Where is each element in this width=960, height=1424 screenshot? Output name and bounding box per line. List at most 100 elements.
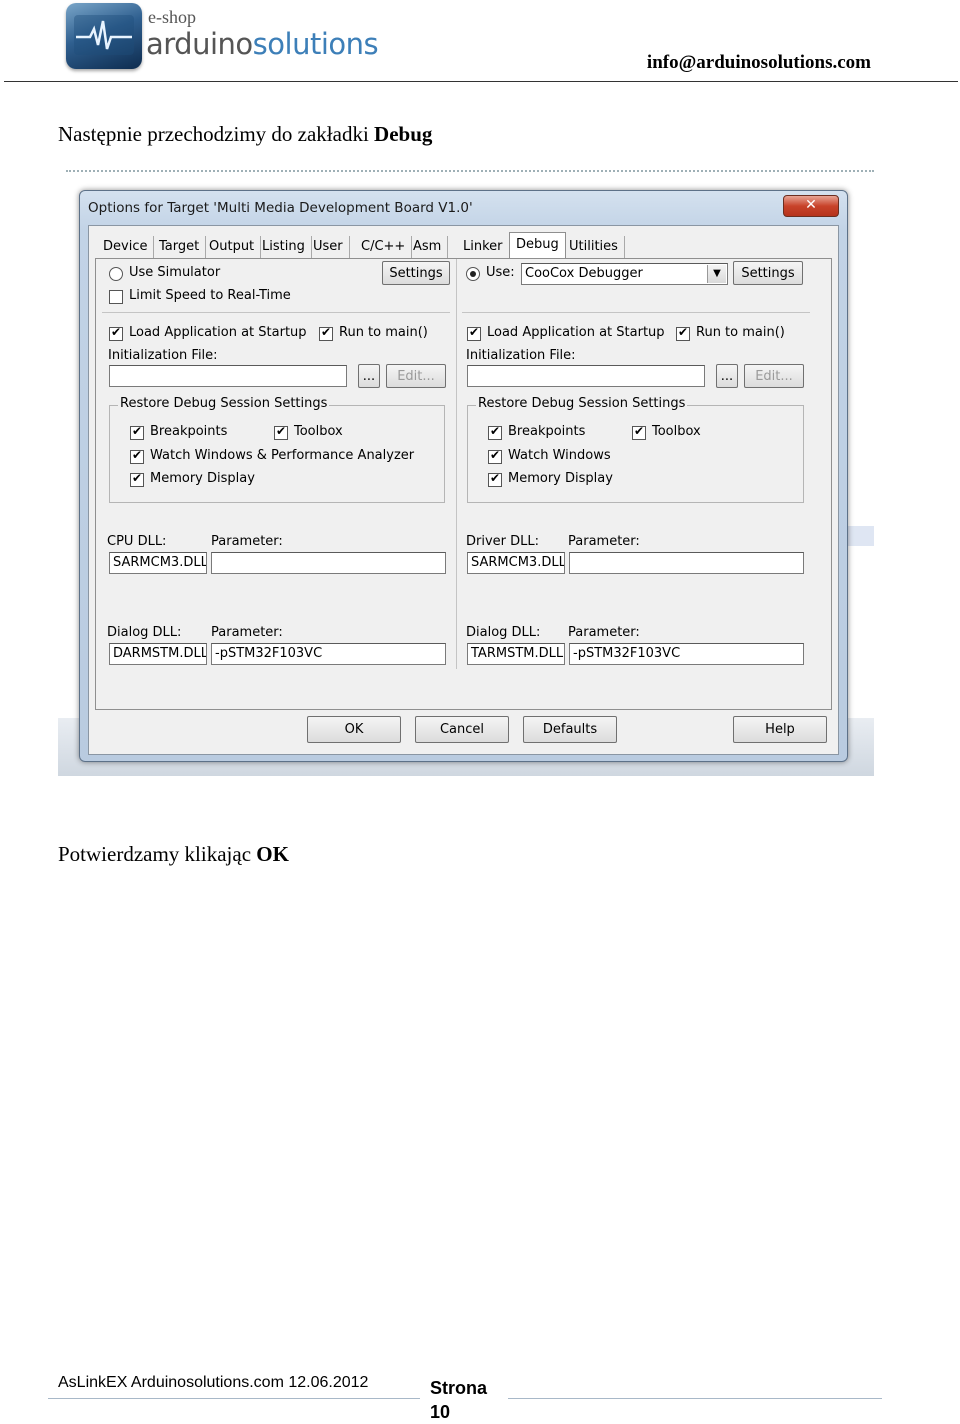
left-toolbox-checkbox[interactable]	[274, 424, 288, 440]
header-email: info@arduinosolutions.com	[646, 52, 871, 73]
cpu-dll-input[interactable]: SARMCM3.DLL	[109, 552, 207, 574]
right-memory-checkbox[interactable]	[488, 471, 502, 487]
right-toolbox-label: Toolbox	[652, 424, 701, 439]
right-watch-checkbox[interactable]	[488, 448, 502, 464]
background-dotted-line	[66, 170, 874, 178]
logo-name-part2: solutions	[252, 27, 379, 61]
ok-button[interactable]: OK	[307, 716, 401, 743]
tab-target[interactable]: Target	[153, 236, 207, 258]
limit-speed-checkbox[interactable]	[109, 290, 123, 304]
left-watch-checkbox[interactable]	[130, 448, 144, 464]
debugger-select[interactable]: CooCox Debugger ▼	[521, 263, 728, 285]
left-toolbox-label: Toolbox	[294, 424, 343, 439]
right-dialog-dll-input[interactable]: TARMSTM.DLL	[467, 643, 565, 665]
right-toolbox-checkbox[interactable]	[632, 424, 646, 440]
left-memory-checkbox[interactable]	[130, 471, 144, 487]
left-init-file-input[interactable]	[109, 365, 347, 387]
right-restore-group-title: Restore Debug Session Settings	[476, 396, 688, 411]
right-run-main-label: Run to main()	[696, 325, 785, 340]
left-load-app-checkbox[interactable]	[109, 325, 123, 341]
right-init-file-label: Initialization File:	[466, 348, 576, 363]
right-load-app-checkbox[interactable]	[467, 325, 481, 341]
tab-utilities[interactable]: Utilities	[563, 236, 625, 258]
logo-name: arduinosolutions	[146, 27, 379, 61]
paragraph1-text: Następnie przechodzimy do zakładki	[58, 122, 375, 146]
tab-debug[interactable]: Debug	[509, 232, 566, 259]
right-dialog-param-label: Parameter:	[568, 625, 640, 640]
paragraph2-text: Potwierdzamy klikając	[58, 842, 257, 866]
right-separator-top	[462, 312, 810, 313]
left-dialog-param-label: Parameter:	[211, 625, 283, 640]
left-dialog-dll-input[interactable]: DARMSTM.DLL	[109, 643, 207, 665]
left-load-app-label: Load Application at Startup	[129, 325, 307, 340]
cpu-dll-label: CPU DLL:	[107, 534, 167, 549]
debug-tab-panel: Use Simulator Limit Speed to Real-Time S…	[95, 258, 832, 710]
left-breakpoints-label: Breakpoints	[150, 424, 228, 439]
header-divider	[4, 81, 958, 82]
right-run-main-checkbox[interactable]	[676, 325, 690, 341]
heartbeat-monitor-icon	[66, 3, 142, 69]
right-watch-label: Watch Windows	[508, 448, 611, 463]
left-edit-button[interactable]: Edit...	[386, 364, 446, 388]
left-init-file-label: Initialization File:	[108, 348, 218, 363]
dialog-body: Device Target Output Listing User C/C++ …	[88, 225, 839, 755]
arduinosolutions-logo: e-shop arduinosolutions	[66, 3, 379, 71]
left-memory-label: Memory Display	[150, 471, 255, 486]
left-browse-button[interactable]: ...	[358, 364, 380, 388]
use-simulator-radio[interactable]	[109, 267, 123, 281]
tab-user[interactable]: User	[307, 236, 350, 258]
defaults-button[interactable]: Defaults	[523, 716, 617, 743]
use-debugger-radio[interactable]	[466, 267, 480, 281]
limit-speed-label: Limit Speed to Real-Time	[129, 288, 291, 303]
tab-linker[interactable]: Linker	[457, 236, 510, 258]
driver-dll-input[interactable]: SARMCM3.DLL	[467, 552, 565, 574]
cpu-param-input[interactable]	[211, 552, 446, 574]
footer-page-number: 10	[430, 1402, 451, 1422]
tab-device[interactable]: Device	[97, 236, 155, 258]
paragraph-debug-tab: Następnie przechodzimy do zakładki Debug	[58, 122, 432, 147]
options-dialog: Options for Target 'Multi Media Developm…	[79, 190, 848, 762]
chevron-down-icon[interactable]: ▼	[707, 265, 726, 283]
debugger-settings-button[interactable]: Settings	[733, 261, 803, 285]
close-button[interactable]: ✕	[783, 195, 839, 217]
left-separator-top	[102, 312, 450, 313]
use-label: Use:	[486, 265, 515, 280]
cpu-param-label: Parameter:	[211, 534, 283, 549]
left-restore-group-title: Restore Debug Session Settings	[118, 396, 330, 411]
tab-listing[interactable]: Listing	[256, 236, 312, 258]
paragraph1-bold: Debug	[374, 122, 433, 146]
tab-output[interactable]: Output	[203, 236, 262, 258]
column-separator	[456, 259, 457, 669]
right-load-app-label: Load Application at Startup	[487, 325, 665, 340]
footer-page: Strona 10	[430, 1376, 500, 1424]
left-breakpoints-checkbox[interactable]	[130, 424, 144, 440]
paragraph-confirm-ok: Potwierdzamy klikając OK	[58, 842, 289, 867]
logo-name-part1: arduino	[146, 27, 253, 61]
left-watch-label: Watch Windows & Performance Analyzer	[150, 448, 415, 463]
left-dialog-param-input[interactable]: -pSTM32F103VC	[211, 643, 446, 665]
tab-cpp[interactable]: C/C++	[355, 236, 413, 258]
right-browse-button[interactable]: ...	[716, 364, 738, 388]
footer-line-right	[508, 1398, 882, 1399]
left-run-main-checkbox[interactable]	[319, 325, 333, 341]
driver-param-label: Parameter:	[568, 534, 640, 549]
right-breakpoints-checkbox[interactable]	[488, 424, 502, 440]
right-dialog-param-input[interactable]: -pSTM32F103VC	[569, 643, 804, 665]
right-memory-label: Memory Display	[508, 471, 613, 486]
dialog-title: Options for Target 'Multi Media Developm…	[88, 200, 473, 216]
footer-line-left	[48, 1398, 420, 1399]
paragraph2-bold: OK	[256, 842, 289, 866]
right-init-file-input[interactable]	[467, 365, 705, 387]
logo-eshop-text: e-shop	[148, 7, 196, 27]
help-button[interactable]: Help	[733, 716, 827, 743]
tab-asm[interactable]: Asm	[407, 236, 449, 258]
simulator-settings-button[interactable]: Settings	[382, 261, 450, 285]
left-run-main-label: Run to main()	[339, 325, 428, 340]
right-edit-button[interactable]: Edit...	[744, 364, 804, 388]
cancel-button[interactable]: Cancel	[415, 716, 509, 743]
driver-param-input[interactable]	[569, 552, 804, 574]
use-simulator-label: Use Simulator	[129, 265, 221, 280]
right-breakpoints-label: Breakpoints	[508, 424, 586, 439]
footer-text: AsLinkEX Arduinosolutions.com 12.06.2012	[58, 1374, 369, 1391]
footer-page-label: Strona	[430, 1378, 488, 1398]
